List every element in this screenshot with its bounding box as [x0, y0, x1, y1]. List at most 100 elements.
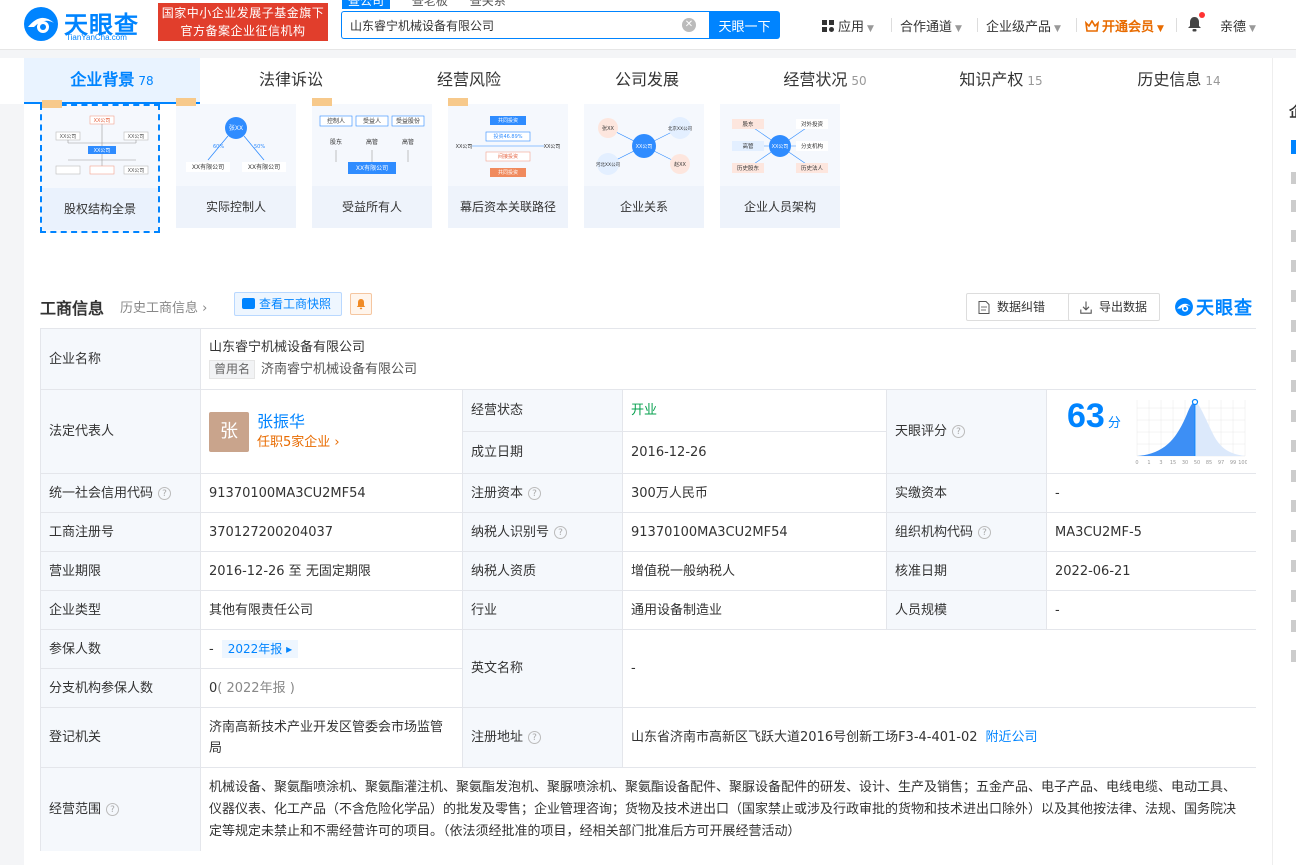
- label-text: 统一社会信用代码: [49, 485, 154, 501]
- value-company-type: 其他有限责任公司: [201, 591, 463, 630]
- directory-item[interactable]: [1291, 470, 1296, 482]
- directory-item[interactable]: [1291, 172, 1296, 184]
- value-registered-capital: 300万人民币: [623, 474, 887, 513]
- directory-item[interactable]: [1291, 140, 1296, 154]
- directory-item[interactable]: [1291, 290, 1296, 302]
- eye-logo-icon: [1175, 298, 1193, 316]
- logo-domain: TianYanCha.com: [66, 33, 127, 42]
- legal-rep-avatar[interactable]: 张: [209, 411, 249, 452]
- directory-item[interactable]: [1291, 620, 1296, 632]
- search-tab-company[interactable]: 查公司: [342, 0, 391, 9]
- monitor-button[interactable]: [350, 293, 372, 315]
- help-icon[interactable]: ?: [554, 525, 568, 539]
- snapshot-label: 查看工商快照: [259, 297, 332, 311]
- directory-item[interactable]: [1291, 410, 1296, 422]
- view-snapshot-button[interactable]: 查看工商快照: [234, 292, 342, 316]
- graph-card-enterprise-relations[interactable]: 张XX 北京XX公司 XX公司 河北XX公司 赵XX 企业关系: [584, 104, 704, 228]
- value-paid-capital: -: [1047, 474, 1256, 513]
- value-operating-status: 开业: [623, 390, 887, 432]
- nav-apps[interactable]: 应用 ▼: [822, 16, 874, 35]
- legal-rep-positions-link[interactable]: 任职5家企业 ›: [257, 433, 340, 453]
- help-icon[interactable]: ?: [528, 486, 542, 500]
- label-text: 行业: [471, 602, 498, 618]
- tab-litigation[interactable]: 法律诉讼: [206, 58, 376, 104]
- tab-history[interactable]: 历史信息 14: [1094, 58, 1264, 104]
- directory-item[interactable]: [1291, 500, 1296, 512]
- tab-enterprise-background[interactable]: 企业背景 78: [24, 58, 200, 104]
- graph-card-equity-structure[interactable]: XX公司 XX公司 XX公司 XX公司 XX公司 股权结构全景: [40, 100, 160, 233]
- value-tianyan-score[interactable]: 63 分 0 1 3 15 30 50 85 97 99 100: [1047, 390, 1256, 474]
- legal-rep-name-link[interactable]: 张振华: [257, 411, 340, 433]
- tab-intellectual-property[interactable]: 知识产权 15: [916, 58, 1086, 104]
- export-data-button[interactable]: 导出数据: [1068, 293, 1160, 321]
- tab-company-development[interactable]: 公司发展: [562, 58, 732, 104]
- directory-item[interactable]: [1291, 380, 1296, 392]
- diagram-label: 投资46.89%: [493, 133, 522, 140]
- directory-item[interactable]: [1291, 560, 1296, 572]
- directory-item[interactable]: [1291, 320, 1296, 332]
- tab-operating-risk[interactable]: 经营风险: [384, 58, 554, 104]
- graph-card-personnel-structure[interactable]: 股东 对外投资 高管 XX公司 分支机构 历史股东 历史法人 企业人员架构: [720, 104, 840, 228]
- directory-item[interactable]: [1291, 650, 1296, 662]
- graph-card-label: 受益所有人: [312, 186, 432, 228]
- nav-enterprise[interactable]: 企业级产品 ▼: [986, 16, 1061, 35]
- help-icon[interactable]: ?: [106, 803, 120, 816]
- diagram-node: XX有限公司: [248, 163, 280, 171]
- help-icon[interactable]: ?: [528, 731, 542, 744]
- directory-item[interactable]: [1291, 230, 1296, 242]
- directory-item[interactable]: [1291, 440, 1296, 452]
- notification-button[interactable]: [1187, 12, 1205, 34]
- annual-report-tag[interactable]: 2022年报 ▸: [221, 640, 299, 658]
- tab-operating-status[interactable]: 经营状况 50: [740, 58, 910, 104]
- directory-item[interactable]: [1291, 200, 1296, 212]
- directory-item[interactable]: [1291, 260, 1296, 272]
- gov-badge-line2: 官方备案企业征信机构: [180, 24, 306, 38]
- history-business-info-link[interactable]: 历史工商信息 ›: [120, 297, 207, 316]
- graph-card-capital-path[interactable]: 共同投资 投资46.89% XX公司 XX公司 间接投资 共同投资 幕后资本关联…: [448, 98, 568, 228]
- help-icon[interactable]: ?: [158, 486, 172, 500]
- caret-down-icon: ▼: [1249, 24, 1256, 34]
- graph-card-beneficial-owner[interactable]: 控制人 受益人 受益股份 股东 高管 高管 XX有限公司 受益所有人: [312, 98, 432, 228]
- search-input[interactable]: [342, 12, 672, 38]
- unread-dot: [1199, 12, 1205, 18]
- label-text: 英文名称: [471, 661, 524, 676]
- help-icon[interactable]: ?: [978, 525, 992, 539]
- label-text: 参保人数: [49, 641, 102, 657]
- graph-card-actual-controller[interactable]: 张XX 60% 50% XX有限公司 XX有限公司 实际控制人: [176, 98, 296, 228]
- capital-path-diagram: 共同投资 投资46.89% XX公司 XX公司 间接投资 共同投资: [456, 116, 560, 177]
- directory-item[interactable]: [1291, 590, 1296, 602]
- user-menu[interactable]: 亲德 ▼: [1220, 16, 1256, 35]
- site-logo[interactable]: 天眼查 TianYanCha.com: [22, 3, 152, 45]
- caret-down-icon: ▼: [1054, 24, 1061, 34]
- right-directory-panel: 企: [1272, 58, 1296, 865]
- nav-vip[interactable]: 开通会员 ▼: [1084, 16, 1164, 35]
- directory-item[interactable]: [1291, 530, 1296, 542]
- chevron-right-icon: ›: [202, 301, 208, 316]
- nearby-companies-link[interactable]: 附近公司: [986, 727, 1038, 748]
- gov-badge[interactable]: 国家中小企业发展子基金旗下 官方备案企业征信机构: [158, 3, 328, 41]
- branch-insured-note: ( 2022年报 ): [217, 680, 295, 696]
- diagram-node: 受益股份: [396, 117, 420, 125]
- tab-label: 公司发展: [614, 70, 679, 89]
- value-registration-authority: 济南高新技术产业开发区管委会市场监管局: [201, 708, 463, 768]
- user-name: 亲德: [1220, 20, 1247, 35]
- diagram-node: XX公司: [128, 134, 145, 140]
- diagram-node: XX公司: [772, 144, 789, 150]
- search-button[interactable]: 天眼一下: [709, 11, 780, 39]
- value-registration-number: 370127200204037: [201, 513, 463, 552]
- former-name-text: 济南睿宁机械设备有限公司: [261, 362, 418, 377]
- reg-number-text: 370127200204037: [209, 524, 334, 540]
- diagram-node: XX公司: [94, 118, 111, 124]
- directory-item[interactable]: [1291, 350, 1296, 362]
- diagram-node: XX公司: [456, 144, 473, 150]
- value-credit-code: 91370100MA3CU2MF54: [201, 474, 463, 513]
- label-text: 法定代表人: [49, 424, 115, 439]
- nav-channel[interactable]: 合作通道 ▼: [900, 16, 962, 35]
- tab-label: 知识产权: [959, 70, 1024, 89]
- clear-icon[interactable]: ✕: [682, 18, 696, 32]
- diagram-label: 共同投资: [498, 117, 518, 124]
- search-tab-relation[interactable]: 查关系: [470, 0, 506, 9]
- top-header: 天眼查 TianYanCha.com 国家中小企业发展子基金旗下 官方备案企业征…: [0, 0, 1296, 50]
- help-icon[interactable]: ?: [952, 425, 966, 438]
- search-tab-boss[interactable]: 查老板: [412, 0, 448, 9]
